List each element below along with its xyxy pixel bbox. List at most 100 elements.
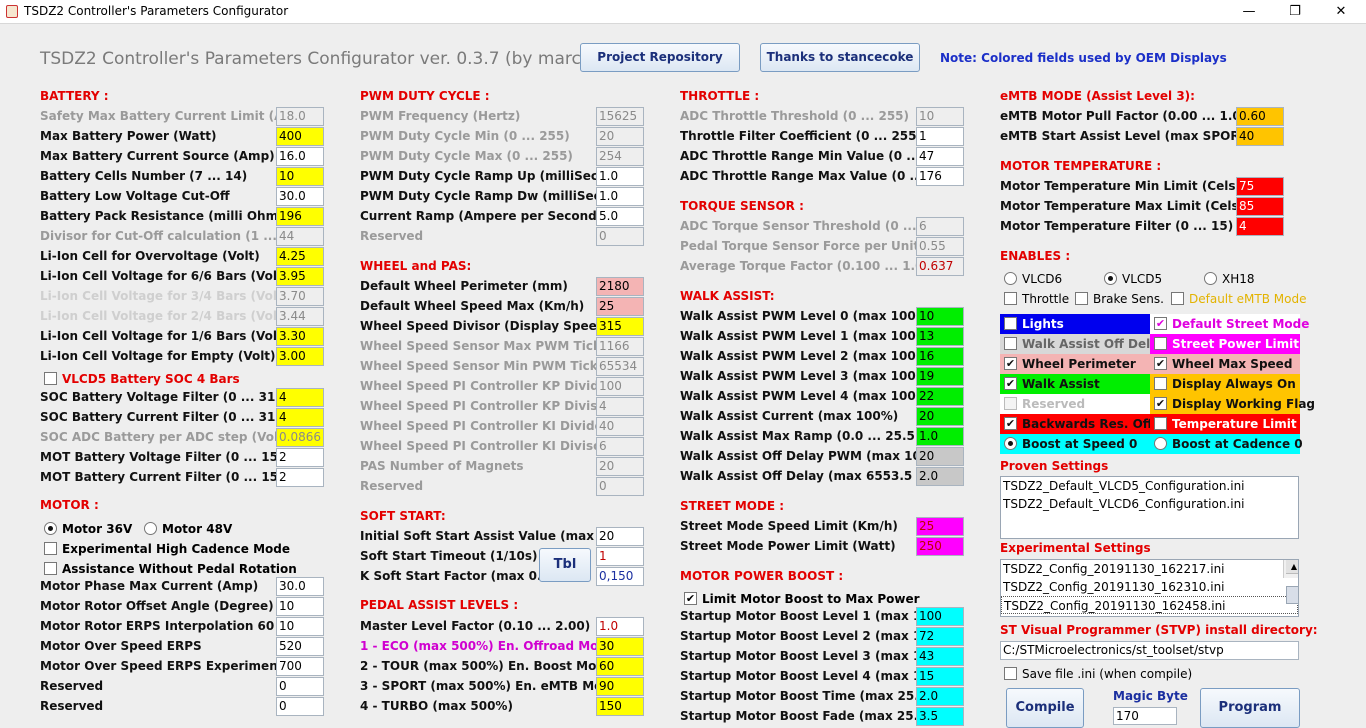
boost-field[interactable]: 100 (916, 607, 964, 626)
vlcd5-soc-checkbox[interactable]: VLCD5 Battery SOC 4 Bars (40, 369, 260, 389)
torque-field[interactable]: 0.55 (916, 237, 964, 256)
proven-settings-list[interactable]: TSDZ2_Default_VLCD5_Configuration.ini TS… (1000, 476, 1299, 539)
pedal-assist-field[interactable]: 60 (596, 657, 644, 676)
experimental-settings-list[interactable]: TSDZ2_Config_20191130_162217.ini TSDZ2_C… (1000, 559, 1299, 617)
motor-48v-radio[interactable]: Motor 48V (140, 519, 240, 539)
battery-field[interactable]: 3.30 (276, 327, 324, 346)
limit-boost-checkbox[interactable]: ✔ Limit Motor Boost to Max Power (680, 589, 920, 609)
walk-assist-field[interactable]: 2.0 (916, 467, 964, 486)
enable-option[interactable]: ✔ Default Street Mode (1150, 314, 1309, 334)
torque-field[interactable]: 6 (916, 217, 964, 236)
checkbox-box[interactable] (1171, 292, 1184, 305)
pwm-field[interactable]: 1.0 (596, 187, 644, 206)
battery-soc-field[interactable]: 0.0866 (276, 428, 324, 447)
pedal-assist-field[interactable]: 90 (596, 677, 644, 696)
checkbox-box[interactable]: ✔ (1004, 357, 1017, 370)
battery-soc-field[interactable]: 4 (276, 388, 324, 407)
checkbox-box[interactable]: ✔ (1154, 357, 1167, 370)
throttle-field[interactable]: 47 (916, 147, 964, 166)
enable-option[interactable]: ✔ Street Power Limit (1150, 334, 1300, 354)
compile-button[interactable]: Compile (1006, 688, 1084, 728)
pwm-field[interactable]: 0 (596, 227, 644, 246)
boost-field[interactable]: 72 (916, 627, 964, 646)
enable-option[interactable]: ✔ Display Working Flag (1150, 394, 1315, 414)
enable-option[interactable]: Walk Assist Off Delay (1000, 334, 1166, 354)
motor-36v-radio[interactable]: Motor 36V (40, 519, 140, 539)
vlcd6-radio[interactable]: VLCD6 (1000, 269, 1090, 289)
walk-assist-field[interactable]: 1.0 (916, 427, 964, 446)
pedal-assist-field[interactable]: 150 (596, 697, 644, 716)
checkbox-box[interactable] (44, 372, 57, 385)
battery-field[interactable]: 10 (276, 167, 324, 186)
wheel-field[interactable]: 20 (596, 457, 644, 476)
torque-field[interactable]: 0.637 (916, 257, 964, 276)
battery-soc-field[interactable]: 4 (276, 408, 324, 427)
battery-field[interactable]: 44 (276, 227, 324, 246)
battery-field[interactable]: 18.0 (276, 107, 324, 126)
wheel-field[interactable]: 1166 (596, 337, 644, 356)
radio-dot[interactable] (1004, 272, 1017, 285)
boost-field[interactable]: 43 (916, 647, 964, 666)
throttle-field[interactable]: 10 (916, 107, 964, 126)
throttle-field[interactable]: 1 (916, 127, 964, 146)
battery-field[interactable]: 400 (276, 127, 324, 146)
checkbox-box[interactable] (44, 542, 57, 555)
thanks-button[interactable]: Thanks to stancecoke (760, 43, 920, 72)
assist-no-pedal-checkbox[interactable]: Assistance Without Pedal Rotation (40, 559, 297, 579)
checkbox-box[interactable] (1004, 317, 1017, 330)
enable-option[interactable]: ✔ Wheel Perimeter (1000, 354, 1150, 374)
wheel-field[interactable]: 0 (596, 477, 644, 496)
walk-assist-field[interactable]: 22 (916, 387, 964, 406)
throttle-checkbox[interactable]: Throttle (1000, 289, 1075, 309)
street-mode-field[interactable]: 25 (916, 517, 964, 536)
enable-option[interactable]: Display Always On (1150, 374, 1300, 394)
motor-field[interactable]: 0 (276, 697, 324, 716)
pedal-assist-field[interactable]: 1.0 (596, 617, 644, 636)
soft-start-field[interactable]: 1 (596, 547, 644, 566)
pwm-field[interactable]: 15625 (596, 107, 644, 126)
battery-field[interactable]: 3.70 (276, 287, 324, 306)
pwm-field[interactable]: 20 (596, 127, 644, 146)
soft-start-field[interactable]: 0,150 (596, 567, 644, 586)
boost-field[interactable]: 2.0 (916, 687, 964, 706)
checkbox-box[interactable]: ✔ (1154, 337, 1167, 350)
radio-dot[interactable] (144, 522, 157, 535)
motor-temp-field[interactable]: 85 (1236, 197, 1284, 216)
stvp-path-field[interactable]: C:/STMicroelectronics/st_toolset/stvp (1000, 641, 1299, 660)
high-cadence-checkbox[interactable]: Experimental High Cadence Mode (40, 539, 290, 559)
wheel-field[interactable]: 100 (596, 377, 644, 396)
magic-byte-field[interactable]: 170 (1113, 707, 1177, 725)
program-button[interactable]: Program (1200, 688, 1300, 728)
motor-temp-field[interactable]: 4 (1236, 217, 1284, 236)
boost-field[interactable]: 3.5 (916, 707, 964, 726)
checkbox-box[interactable]: ✔ (1154, 397, 1167, 410)
checkbox-box[interactable]: ✔ (684, 592, 697, 605)
wheel-field[interactable]: 2180 (596, 277, 644, 296)
battery-field[interactable]: 196 (276, 207, 324, 226)
battery-field[interactable]: 4.25 (276, 247, 324, 266)
close-button[interactable]: ✕ (1318, 2, 1364, 22)
battery-field[interactable]: 3.44 (276, 307, 324, 326)
checkbox-box[interactable]: ✔ (1154, 317, 1167, 330)
checkbox-box[interactable] (1075, 292, 1088, 305)
radio-dot[interactable] (1154, 437, 1167, 450)
list-item[interactable]: TSDZ2_Default_VLCD6_Configuration.ini (1001, 495, 1298, 513)
enable-option[interactable]: Lights (1000, 314, 1150, 334)
wheel-field[interactable]: 40 (596, 417, 644, 436)
radio-dot[interactable] (1104, 272, 1117, 285)
tbl-button[interactable]: Tbl (539, 548, 591, 582)
emtb-field[interactable]: 40 (1236, 127, 1284, 146)
battery-field[interactable]: 30.0 (276, 187, 324, 206)
checkbox-box[interactable] (1004, 667, 1017, 680)
motor-field[interactable]: 30.0 (276, 577, 324, 596)
walk-assist-field[interactable]: 10 (916, 307, 964, 326)
wheel-field[interactable]: 6 (596, 437, 644, 456)
checkbox-box[interactable] (1004, 397, 1017, 410)
checkbox-box[interactable] (1154, 377, 1167, 390)
checkbox-box[interactable]: ✔ (1004, 377, 1017, 390)
enable-option[interactable]: ✔ Backwards Res. Off (1000, 414, 1153, 434)
enable-option[interactable]: Boost at Speed 0 (1000, 434, 1150, 454)
save-ini-checkbox[interactable]: Save file .ini (when compile) (1000, 664, 1220, 684)
pwm-field[interactable]: 254 (596, 147, 644, 166)
battery-soc-field[interactable]: 2 (276, 468, 324, 487)
